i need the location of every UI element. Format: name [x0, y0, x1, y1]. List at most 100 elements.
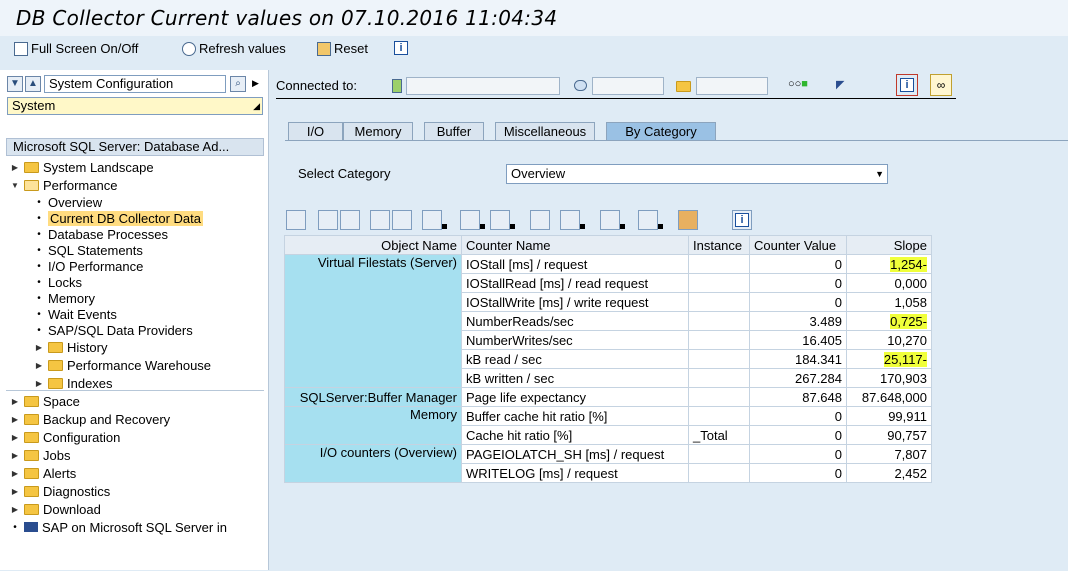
schema-field[interactable]: [696, 77, 768, 95]
tree-label: SAP on Microsoft SQL Server in: [42, 519, 227, 535]
counter-name-cell: IOStallWrite [ms] / write request: [461, 292, 689, 312]
table-row[interactable]: Memory Buffer cache hit ratio [%] 0 99,911: [284, 406, 932, 445]
tab-memory[interactable]: Memory: [343, 122, 413, 141]
counter-value-cell: 0: [749, 292, 847, 312]
reset-icon: [317, 41, 331, 56]
expand-icon: ▶: [11, 162, 19, 172]
counter-value-cell: 0: [749, 425, 847, 445]
window-title: DB Collector Current values on 07.10.201…: [16, 6, 558, 30]
details-button[interactable]: [286, 210, 306, 230]
tree-item-configuration[interactable]: ▶ Configuration: [10, 428, 120, 446]
tree-label: Jobs: [43, 447, 71, 463]
filter-button[interactable]: [422, 210, 447, 230]
sum-button[interactable]: [460, 210, 485, 230]
layout-button[interactable]: [638, 210, 663, 230]
select-category-label: Select Category: [298, 166, 391, 181]
tree-item-download[interactable]: ▶ Download: [10, 500, 101, 518]
tree-item-alerts[interactable]: ▶ Alerts: [10, 464, 76, 482]
info-button[interactable]: i: [394, 41, 408, 55]
counter-name-cell: NumberWrites/sec: [461, 330, 689, 350]
counter-value-cell: 0: [749, 273, 847, 293]
instance-cell: [688, 444, 750, 464]
table-row[interactable]: Virtual Filestats (Server) IOStall [ms] /…: [284, 254, 932, 388]
tree-item-sap-on-sql-server[interactable]: • SAP on Microsoft SQL Server in: [10, 518, 227, 536]
sort-ascending-button[interactable]: [318, 210, 338, 230]
tree-item-diagnostics[interactable]: ▶ Diagnostics: [10, 482, 110, 500]
info-button[interactable]: i: [896, 74, 918, 96]
column-header-instance[interactable]: Instance: [688, 235, 750, 255]
instance-cell: [688, 387, 750, 407]
reset-button[interactable]: Reset: [317, 41, 368, 56]
folder-icon: [24, 467, 39, 479]
column-header-object-name[interactable]: Object Name: [284, 235, 462, 255]
tree-label: Locks: [48, 274, 82, 290]
tab-io[interactable]: I/O: [288, 122, 343, 141]
views-button[interactable]: [560, 210, 585, 230]
system-dropdown-icon: ◢: [253, 101, 260, 111]
fullscreen-icon: [14, 41, 28, 56]
instance-cell: [688, 311, 750, 331]
column-header-counter-name[interactable]: Counter Name: [461, 235, 689, 255]
find-next-button[interactable]: [392, 210, 412, 230]
tab-buffer[interactable]: Buffer: [424, 122, 484, 141]
slope-cell: 0,000: [846, 273, 932, 293]
fullscreen-label: Full Screen On/Off: [31, 41, 139, 56]
glasses-button[interactable]: ∞: [930, 74, 952, 96]
column-header-counter-value[interactable]: Counter Value: [749, 235, 847, 255]
tree-label: Database Processes: [48, 226, 168, 242]
print-button[interactable]: [530, 210, 550, 230]
slope-cell: 1,254-: [846, 254, 932, 274]
instance-cell: [688, 330, 750, 350]
object-name-cell: Virtual Filestats (Server): [284, 254, 462, 388]
more-arrow-icon[interactable]: ▶: [252, 78, 259, 89]
grid-info-button[interactable]: i: [732, 210, 752, 230]
table-row[interactable]: SQLServer:Buffer Manager Page life expect…: [284, 387, 932, 407]
slope-value: 1,254-: [890, 256, 927, 272]
slope-cell: 0,725-: [846, 311, 932, 331]
tree-item-history[interactable]: ▶ History: [34, 338, 108, 356]
tab-by-category[interactable]: By Category: [606, 122, 716, 141]
system-selector[interactable]: System ◢: [7, 97, 263, 115]
info-icon: i: [394, 41, 408, 55]
folder-icon: [24, 485, 39, 497]
system-configuration-button[interactable]: System Configuration: [44, 75, 226, 93]
counter-name-cell: Buffer cache hit ratio [%]: [461, 406, 689, 426]
find-button[interactable]: [370, 210, 390, 230]
collapse-icon: ▼: [11, 180, 19, 190]
system-configuration-label: System Configuration: [49, 76, 174, 91]
tree-item-backup-recovery[interactable]: ▶ Backup and Recovery: [10, 410, 170, 428]
sort-descending-button[interactable]: [340, 210, 360, 230]
tree-item-jobs[interactable]: ▶ Jobs: [10, 446, 71, 464]
folder-icon: [24, 161, 39, 173]
grid-toolbar: i: [284, 210, 754, 232]
tree-item-performance[interactable]: ▼ Performance: [10, 176, 117, 194]
database-field[interactable]: [592, 77, 664, 95]
tree-item-sap-sql-data-providers[interactable]: • SAP/SQL Data Providers: [34, 321, 193, 339]
tab-miscellaneous[interactable]: Miscellaneous: [495, 122, 595, 141]
server-field[interactable]: [406, 77, 560, 95]
flag-icon: ◤: [836, 79, 845, 91]
counter-name-cell: WRITELOG [ms] / request: [461, 463, 689, 483]
tree-label: SAP/SQL Data Providers: [48, 322, 193, 338]
counter-value-cell: 0: [749, 463, 847, 483]
subtotal-button[interactable]: [490, 210, 515, 230]
refresh-button[interactable]: Refresh values: [182, 41, 286, 56]
tree-item-space[interactable]: ▶ Space: [10, 392, 80, 410]
graphic-button[interactable]: [678, 210, 698, 230]
reset-label: Reset: [334, 41, 368, 56]
tree-label: Backup and Recovery: [43, 411, 171, 427]
category-select[interactable]: Overview ▼: [506, 164, 888, 184]
fullscreen-button[interactable]: Full Screen On/Off: [14, 41, 138, 56]
tree-item-performance-warehouse[interactable]: ▶ Performance Warehouse: [34, 356, 211, 374]
export-button[interactable]: [600, 210, 625, 230]
tree-item-system-landscape[interactable]: ▶ System Landscape: [10, 158, 154, 176]
select-system-icon[interactable]: ⌕: [230, 76, 246, 92]
table-row[interactable]: I/O counters (Overview) PAGEIOLATCH_SH [m…: [284, 444, 932, 483]
tree-label: I/O Performance: [48, 258, 144, 274]
tree-label: Alerts: [43, 465, 77, 481]
collapse-up-icon[interactable]: ▲: [25, 76, 41, 92]
expand-down-icon[interactable]: ▼: [7, 76, 23, 92]
tree-label: Configuration: [43, 429, 121, 445]
instance-cell: [688, 254, 750, 274]
column-header-slope[interactable]: Slope: [846, 235, 932, 255]
